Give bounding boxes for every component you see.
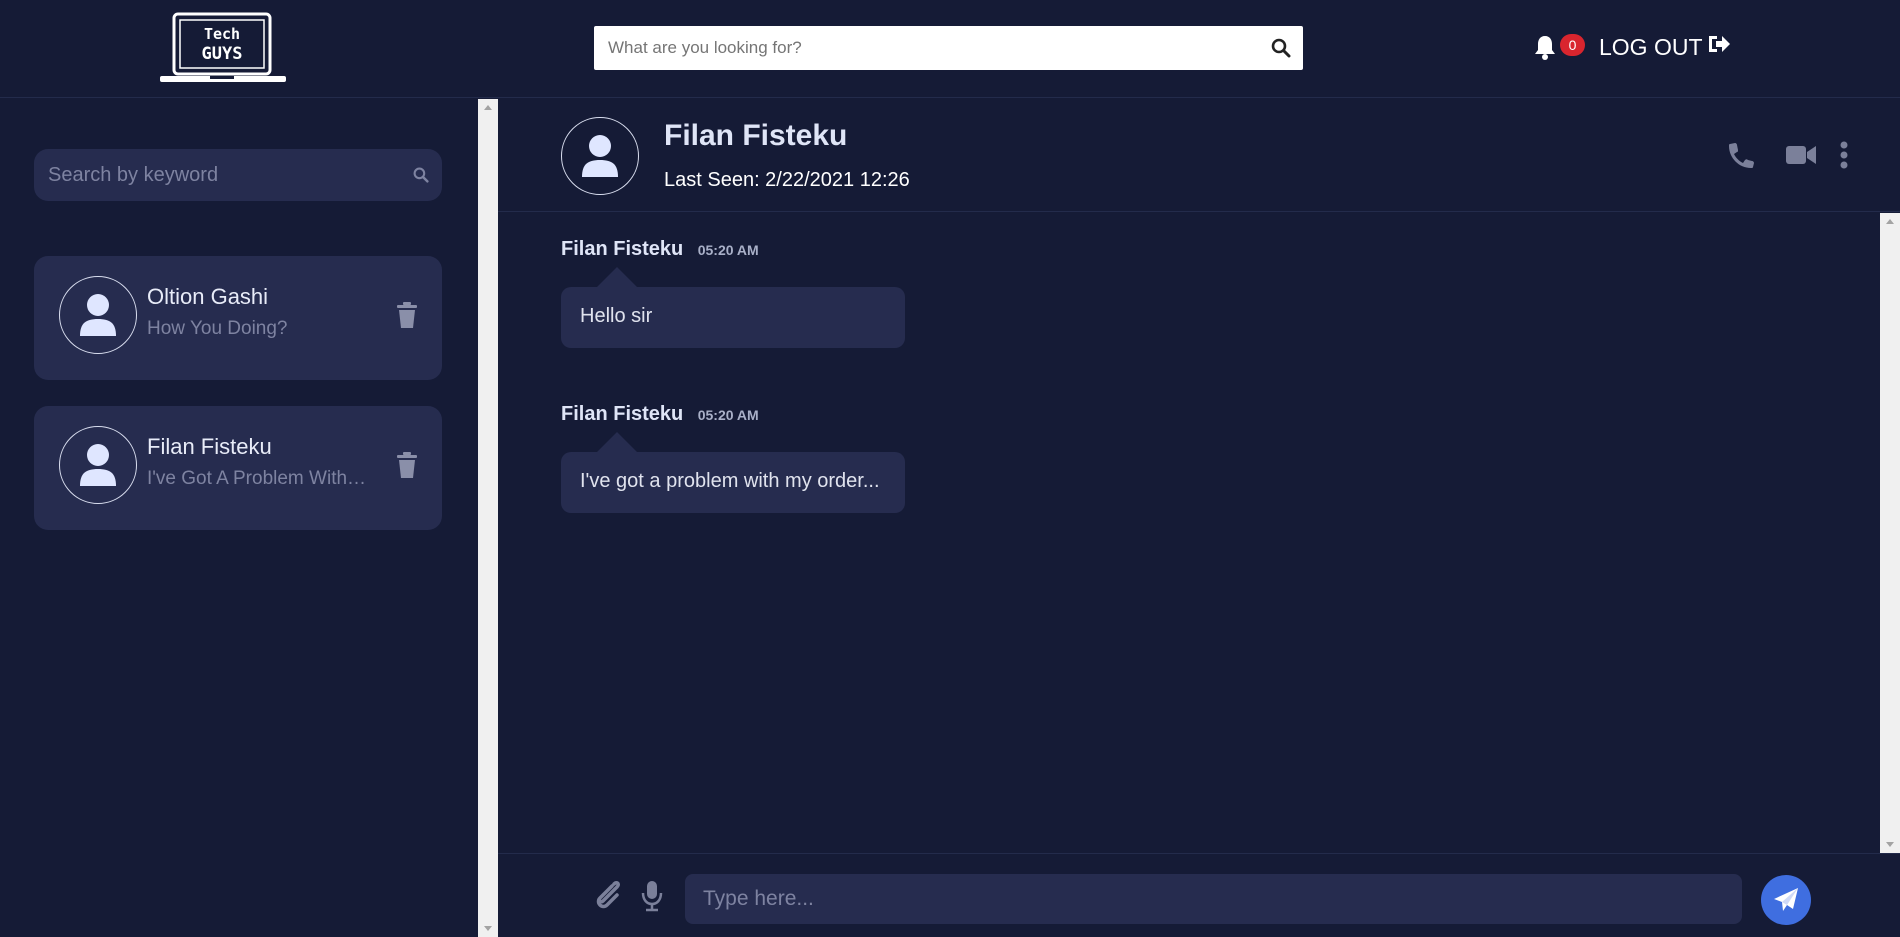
logout-label: LOG OUT	[1599, 33, 1703, 60]
user-icon	[80, 444, 116, 486]
contact-preview: How You Doing?	[147, 318, 288, 339]
trash-icon[interactable]	[396, 452, 418, 478]
contact-name: Filan Fisteku	[147, 434, 272, 459]
avatar	[59, 426, 137, 504]
top-bar: Tech GUYS 0 LOG OUT	[0, 0, 1900, 98]
message-composer	[498, 853, 1900, 937]
trash-icon[interactable]	[396, 302, 418, 328]
message-input[interactable]	[685, 874, 1742, 924]
message-item: Filan Fisteku 05:20 AM Hello sir	[561, 238, 905, 348]
message-item: Filan Fisteku 05:20 AM I've got a proble…	[561, 403, 905, 513]
scroll-down-arrow[interactable]	[484, 926, 492, 931]
user-icon	[80, 294, 116, 336]
notification-badge: 0	[1560, 34, 1585, 56]
chat-scrollbar[interactable]	[1880, 213, 1900, 853]
video-icon[interactable]	[1786, 141, 1816, 171]
bell-icon[interactable]	[1533, 34, 1557, 60]
scroll-up-arrow[interactable]	[484, 105, 492, 110]
send-icon	[1774, 888, 1798, 911]
contact-item[interactable]: Oltion Gashi How You Doing?	[34, 256, 442, 380]
phone-icon[interactable]	[1728, 141, 1756, 174]
sign-out-icon	[1703, 33, 1731, 61]
contact-name: Oltion Gashi	[147, 284, 269, 309]
search-icon[interactable]	[400, 167, 442, 183]
user-icon	[582, 135, 618, 177]
message-input-box	[685, 874, 1742, 924]
chat-header: Filan Fisteku Last Seen: 2/22/2021 12:26	[498, 99, 1900, 212]
global-search-input[interactable]	[594, 26, 1259, 70]
sidebar-search-bar	[34, 149, 442, 201]
message-sender: Filan Fisteku	[561, 238, 684, 260]
more-vertical-icon[interactable]	[1839, 141, 1849, 174]
last-seen: Last Seen: 2/22/2021 12:26	[664, 169, 910, 191]
logo-text-bottom: GUYS	[201, 44, 243, 64]
avatar	[59, 276, 137, 354]
search-icon[interactable]	[1259, 26, 1303, 70]
send-button[interactable]	[1761, 875, 1811, 925]
message-bubble: Hello sir	[561, 267, 905, 348]
contact-item[interactable]: Filan Fisteku I've Got A Problem With My…	[34, 406, 442, 530]
paperclip-icon[interactable]	[590, 880, 620, 917]
message-time: 05:20 AM	[697, 242, 759, 258]
microphone-icon[interactable]	[641, 880, 663, 917]
sidebar: Oltion Gashi How You Doing? Filan Fistek…	[0, 99, 478, 937]
global-search-bar	[594, 26, 1303, 70]
scroll-up-arrow[interactable]	[1886, 219, 1894, 224]
chat-contact-name: Filan Fisteku	[664, 119, 848, 152]
scroll-down-arrow[interactable]	[1886, 842, 1894, 847]
avatar	[561, 117, 639, 195]
sidebar-scrollbar[interactable]	[478, 99, 498, 937]
message-bubble: I've got a problem with my order...	[561, 432, 905, 513]
message-list: Filan Fisteku 05:20 AM Hello sir Filan F…	[498, 213, 1878, 853]
logo-text-top: Tech	[203, 25, 241, 43]
sidebar-search-input[interactable]	[34, 149, 400, 201]
logout-button[interactable]: LOG OUT	[1599, 33, 1731, 61]
message-time: 05:20 AM	[697, 407, 759, 423]
message-sender: Filan Fisteku	[561, 403, 684, 425]
contact-preview: I've Got A Problem With My Order...	[147, 468, 367, 489]
logo[interactable]: Tech GUYS	[158, 10, 288, 86]
